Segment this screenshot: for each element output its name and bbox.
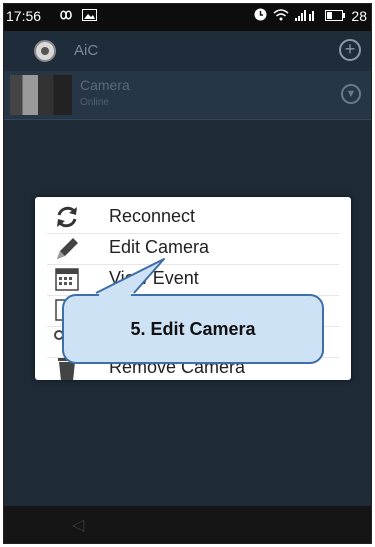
callout-pointer-join — [99, 293, 131, 297]
phone-screen: 17:56 28 AiC + Camera Online ▼ ◁ Reconne… — [3, 3, 372, 544]
